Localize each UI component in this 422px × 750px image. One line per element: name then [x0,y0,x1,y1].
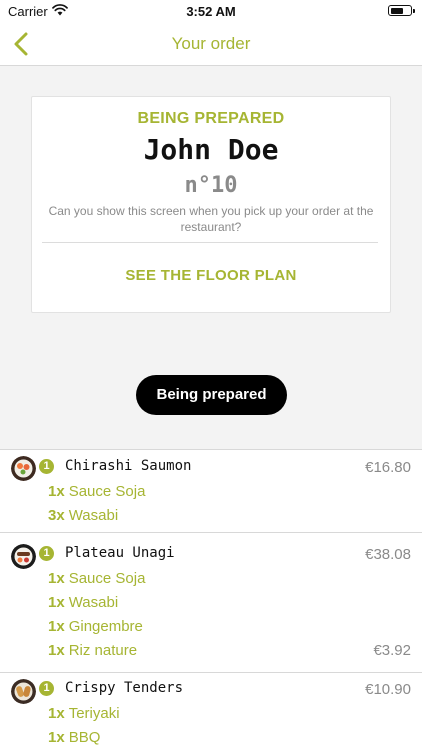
order-ticket-card: BEING PREPARED John Doe n°10 Can you sho… [31,96,391,313]
option-name: Gingembre [68,618,143,635]
option-name: Wasabi [68,594,119,611]
page-title: Your order [171,34,251,53]
item-price: €38.08 [365,546,411,563]
item-name: Crispy Tenders [65,680,184,696]
option-name: Wasabi [68,507,119,524]
option-row: 1x Teriyaki [48,705,411,725]
item-name: Plateau Unagi [65,545,175,561]
tenders-dish-icon [11,679,36,704]
option-row: 1x Riz nature €3.92 [48,642,411,662]
floor-plan-link[interactable]: SEE THE FLOOR PLAN [32,267,390,284]
clock: 3:52 AM [186,4,236,19]
option-row: 1x Sauce Soja [48,483,411,503]
option-row: 1x Gingembre [48,618,411,638]
option-row: 1x Wasabi [48,594,411,614]
divider [42,242,378,243]
item-price: €16.80 [365,459,411,476]
option-quantity: 1x [48,483,65,500]
battery-icon [388,5,415,16]
item-name: Chirashi Saumon [65,458,192,474]
status-bar: Carrier 3:52 AM [0,0,422,22]
option-quantity: 1x [48,570,65,587]
order-number: n°10 [184,173,238,198]
option-quantity: 1x [48,705,65,722]
quantity-badge: 1 [39,459,54,474]
order-status-pill: Being prepared [136,375,287,415]
option-row: 1x BBQ [48,729,411,749]
option-name: Sauce Soja [68,570,146,587]
option-name: BBQ [68,729,101,746]
order-item: 1 Chirashi Saumon €16.80 1x Sauce Soja 3x… [0,450,422,533]
option-quantity: 1x [48,594,65,611]
pickup-hint: Can you show this screen when you pick u… [48,204,374,234]
customer-name: John Doe [143,133,279,166]
order-item: 1 Crispy Tenders €10.90 1x Teriyaki 1x BBQ [0,673,422,750]
quantity-badge: 1 [39,546,54,561]
item-price: €10.90 [365,681,411,698]
chirashi-dish-icon [11,456,36,481]
option-row: 3x Wasabi [48,507,411,527]
nav-bar: Your order [0,22,422,66]
option-name: Riz nature [68,642,138,659]
order-items-list: 1 Chirashi Saumon €16.80 1x Sauce Soja 3x… [0,449,422,750]
option-name: Teriyaki [68,705,120,722]
option-quantity: 1x [48,618,65,635]
unagi-dish-icon [11,544,36,569]
option-price: €3.92 [373,642,411,659]
option-name: Sauce Soja [68,483,146,500]
option-quantity: 3x [48,507,65,524]
option-row: 1x Sauce Soja [48,570,411,590]
option-quantity: 1x [48,642,65,659]
quantity-badge: 1 [39,681,54,696]
ticket-status: BEING PREPARED [137,110,285,127]
order-item: 1 Plateau Unagi €38.08 1x Sauce Soja 1x Wa… [0,533,422,673]
option-quantity: 1x [48,729,65,746]
